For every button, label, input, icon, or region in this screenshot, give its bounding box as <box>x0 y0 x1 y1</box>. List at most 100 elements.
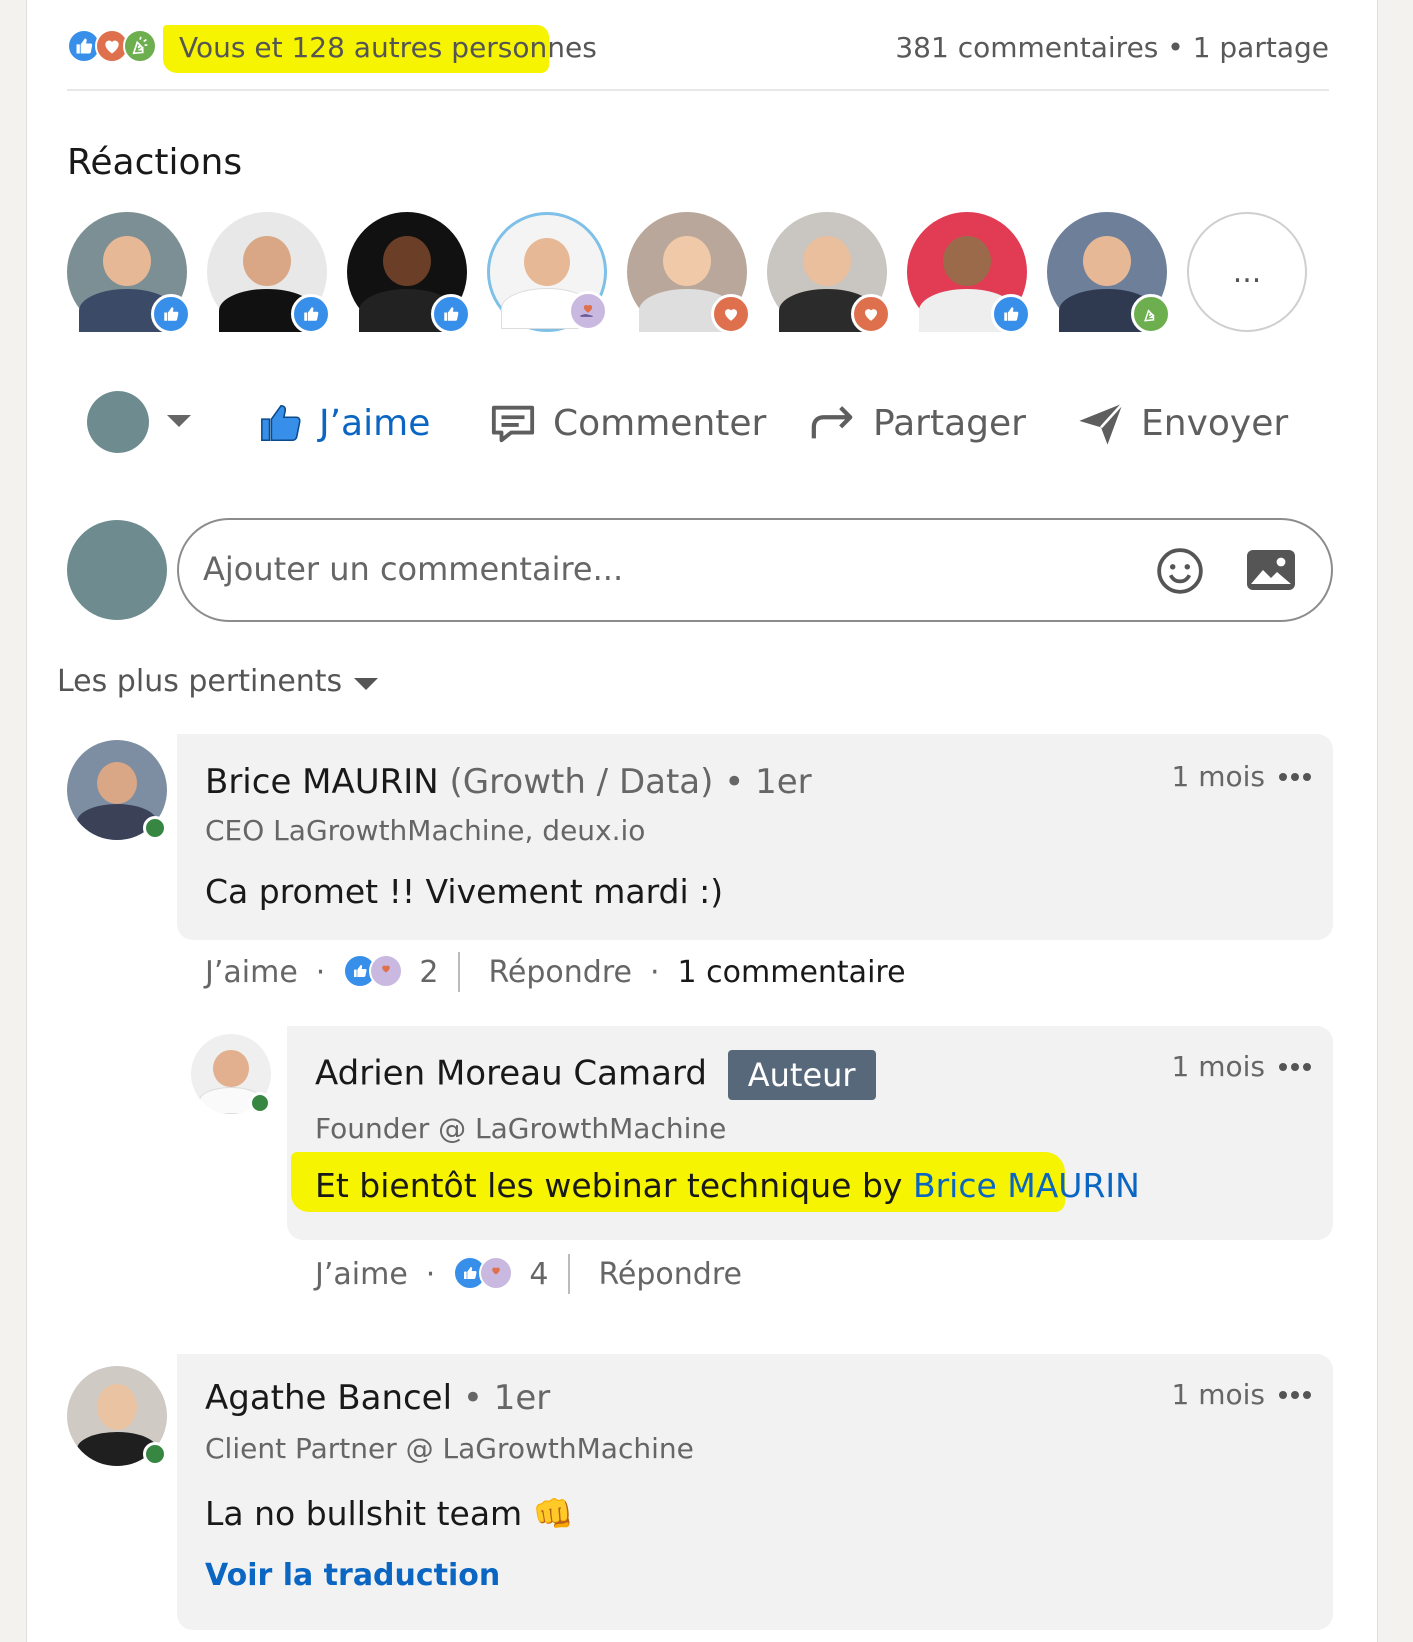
comment-text: La no bullshit team 👊 <box>205 1494 574 1533</box>
replies-count-link[interactable]: 1 commentaire <box>678 955 906 990</box>
post-actions-bar: J’aime Commenter Partager Envoyer <box>67 385 1329 475</box>
comment-button[interactable]: Commenter <box>487 395 766 451</box>
comment-reactions-count[interactable]: 2 <box>419 955 438 990</box>
like-badge-icon <box>431 294 471 334</box>
like-badge-icon <box>151 294 191 334</box>
divider <box>568 1254 571 1294</box>
reply-author-name[interactable]: Adrien Moreau Camard <box>315 1054 707 1094</box>
reactions-count-link[interactable]: Vous et 128 autres personnes <box>179 31 597 64</box>
divider <box>458 952 461 992</box>
thumbs-up-icon <box>261 404 301 442</box>
comment-text: Ca promet !! Vivement mardi :) <box>205 872 724 911</box>
online-status-icon <box>143 816 167 840</box>
reply-text-body: Et bientôt les webinar technique by <box>315 1166 913 1205</box>
like-badge-icon <box>291 294 331 334</box>
reactor-avatar[interactable] <box>767 212 891 334</box>
more-reactors-button[interactable]: ... <box>1187 212 1307 332</box>
send-icon <box>1079 402 1124 445</box>
reactions-heading: Réactions <box>67 142 243 183</box>
social-counts-bar: Vous et 128 autres personnes 381 comment… <box>67 25 1329 91</box>
emoji-icon[interactable] <box>1155 546 1205 596</box>
reactor-avatar[interactable] <box>487 212 608 332</box>
like-badge-icon <box>991 294 1031 334</box>
commenter-avatar[interactable] <box>67 1366 167 1466</box>
reply-like-button[interactable]: J’aime <box>315 1257 408 1292</box>
like-label: J’aime <box>319 402 431 444</box>
comment-time: 1 mois <box>1171 1378 1311 1411</box>
reactor-avatar[interactable] <box>207 212 331 334</box>
comment-like-button[interactable]: J’aime <box>205 955 298 990</box>
connection-degree: • 1er <box>724 762 812 802</box>
more-options-icon[interactable] <box>1279 772 1311 781</box>
reactor-avatar[interactable] <box>907 212 1031 334</box>
love-badge-icon <box>711 294 751 334</box>
online-status-icon <box>143 1442 167 1466</box>
timestamp: 1 mois <box>1171 760 1266 793</box>
image-icon[interactable] <box>1245 548 1297 592</box>
current-user-avatar <box>67 520 167 620</box>
comment-actions: J’aime · 2 Répondre · 1 commentaire <box>205 952 906 992</box>
more-options-icon[interactable] <box>1279 1390 1311 1399</box>
celebrate-badge-icon <box>1131 294 1171 334</box>
caret-down-icon <box>354 677 379 690</box>
comment-reactions-icons[interactable] <box>343 954 407 990</box>
reply-author-name-line: Adrien Moreau Camard Auteur <box>315 1050 876 1100</box>
mention-link[interactable]: Brice MAURIN <box>913 1166 1140 1205</box>
commenter-name[interactable]: Agathe Bancel <box>205 1378 452 1418</box>
reply-time: 1 mois <box>1171 1050 1311 1083</box>
send-label: Envoyer <box>1141 402 1289 444</box>
commenter-name[interactable]: Brice MAURIN <box>205 762 439 802</box>
reply-button[interactable]: Répondre <box>598 1257 742 1292</box>
commenter-name-line: Agathe Bancel • 1er <box>205 1378 550 1418</box>
comment-bubble: Brice MAURIN (Growth / Data) • 1er CEO L… <box>177 734 1333 940</box>
see-translation-link[interactable]: Voir la traduction <box>205 1558 500 1593</box>
chevron-down-icon[interactable] <box>167 415 191 427</box>
love-badge-icon <box>851 294 891 334</box>
reaction-icons[interactable] <box>67 29 163 65</box>
like-button[interactable]: J’aime <box>257 395 430 451</box>
timestamp: 1 mois <box>1171 1050 1266 1083</box>
comment-icon <box>491 405 535 443</box>
sort-comments-dropdown[interactable]: Les plus pertinents <box>57 664 379 699</box>
actor-switcher-avatar[interactable] <box>87 391 149 453</box>
support-badge-icon <box>568 291 608 331</box>
commenter-headline: CEO LaGrowthMachine, deux.io <box>205 814 646 847</box>
reply-reactions-count[interactable]: 4 <box>529 1257 548 1292</box>
reply-bubble: Adrien Moreau Camard Auteur Founder @ La… <box>287 1026 1333 1240</box>
post-card: Vous et 128 autres personnes 381 comment… <box>26 0 1378 1642</box>
celebrate-reaction-icon <box>123 29 157 63</box>
reply-author-avatar[interactable] <box>191 1034 271 1114</box>
share-label: Partager <box>873 402 1026 444</box>
reply-author-headline: Founder @ LaGrowthMachine <box>315 1112 727 1145</box>
commenter-name-line: Brice MAURIN (Growth / Data) • 1er <box>205 762 812 802</box>
support-mini-icon <box>479 1256 514 1290</box>
reply-text: Et bientôt les webinar technique by Bric… <box>315 1166 1140 1205</box>
author-badge: Auteur <box>727 1050 876 1100</box>
reply-button[interactable]: Répondre <box>488 955 632 990</box>
share-arrow-icon <box>811 406 853 439</box>
send-button[interactable]: Envoyer <box>1075 395 1288 451</box>
comment-time: 1 mois <box>1171 760 1311 793</box>
comment-bubble: Agathe Bancel • 1er Client Partner @ LaG… <box>177 1354 1333 1630</box>
online-status-icon <box>249 1092 271 1114</box>
reply-reactions-icons[interactable] <box>453 1256 517 1292</box>
reactors-list: ... <box>67 212 1329 334</box>
commenter-avatar[interactable] <box>67 740 167 840</box>
commenter-headline: Client Partner @ LaGrowthMachine <box>205 1432 694 1465</box>
reactor-avatar[interactable] <box>347 212 471 334</box>
comment-placeholder: Ajouter un commentaire... <box>203 550 624 588</box>
share-button[interactable]: Partager <box>807 395 1026 451</box>
more-options-icon[interactable] <box>1279 1062 1311 1071</box>
reactor-avatar[interactable] <box>67 212 191 334</box>
reactor-avatar[interactable] <box>1047 212 1171 334</box>
reactor-avatar[interactable] <box>627 212 751 334</box>
comment-label: Commenter <box>553 402 767 444</box>
connection-degree: • 1er <box>462 1378 551 1418</box>
reply-actions: J’aime · 4 Répondre <box>315 1254 742 1294</box>
commenter-role: (Growth / Data) <box>449 762 714 802</box>
timestamp: 1 mois <box>1171 1378 1266 1411</box>
sort-label: Les plus pertinents <box>57 664 343 699</box>
comment-input[interactable]: Ajouter un commentaire... <box>177 518 1333 622</box>
support-mini-icon <box>369 954 404 988</box>
comments-shares-count[interactable]: 381 commentaires • 1 partage <box>895 31 1329 64</box>
